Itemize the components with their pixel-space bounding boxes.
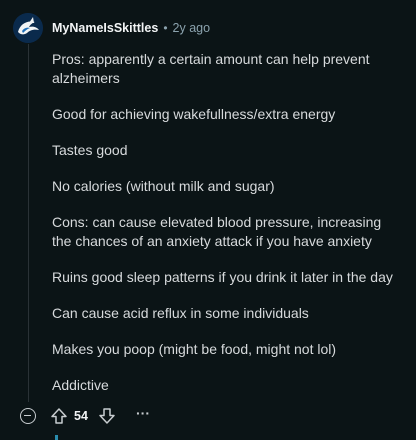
comment-paragraph: Good for achieving wakefullness/extra en… bbox=[52, 106, 336, 122]
comment-paragraph: Cons: can cause elevated blood pressure,… bbox=[52, 214, 382, 249]
reply-thread-indicator bbox=[55, 435, 58, 440]
comment-paragraph: Makes you poop (might be food, might not… bbox=[52, 341, 337, 357]
comment-body: Pros: apparently a certain amount can he… bbox=[52, 50, 404, 412]
upvote-arrow-icon[interactable] bbox=[49, 406, 69, 426]
comment-paragraph: Tastes good bbox=[52, 142, 128, 158]
more-options-icon[interactable]: ··· bbox=[133, 406, 153, 426]
comment-header: MyNameIsSkittles • 2y ago bbox=[52, 19, 210, 37]
comment-paragraph: No calories (without milk and sugar) bbox=[52, 178, 275, 194]
thread-line[interactable] bbox=[28, 44, 29, 402]
vote-score: 54 bbox=[74, 409, 88, 423]
username[interactable]: MyNameIsSkittles bbox=[52, 21, 158, 35]
comment-paragraph: Addictive bbox=[52, 377, 109, 393]
avatar[interactable] bbox=[13, 13, 43, 43]
comment-action-bar: 54 ··· bbox=[0, 403, 416, 431]
timestamp[interactable]: 2y ago bbox=[173, 21, 211, 35]
comment-paragraph: Ruins good sleep patterns if you drink i… bbox=[52, 269, 393, 285]
separator-dot: • bbox=[163, 21, 168, 35]
orca-avatar-icon bbox=[13, 13, 43, 43]
comment: MyNameIsSkittles • 2y ago Pros: apparent… bbox=[0, 0, 416, 440]
comment-paragraph: Can cause acid reflux in some individual… bbox=[52, 305, 309, 321]
collapse-minus-icon[interactable] bbox=[20, 408, 36, 424]
comment-paragraph: Pros: apparently a certain amount can he… bbox=[52, 51, 370, 86]
downvote-arrow-icon[interactable] bbox=[97, 406, 117, 426]
